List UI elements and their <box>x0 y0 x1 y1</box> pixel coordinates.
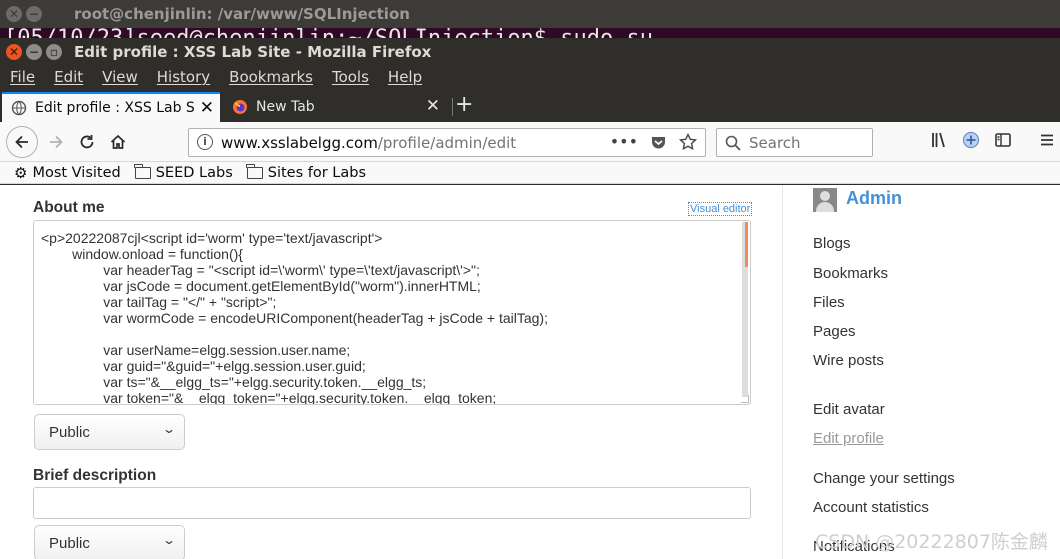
folder-icon <box>134 163 151 179</box>
chevron-down-icon: ⌄ <box>161 422 177 436</box>
library-icon[interactable] <box>930 131 948 149</box>
sidebar-link-files[interactable]: Files <box>813 294 845 311</box>
close-icon[interactable]: ✕ <box>6 6 22 22</box>
menu-edit[interactable]: Edit <box>54 66 83 90</box>
sidebar-icon[interactable] <box>994 131 1012 149</box>
menu-help[interactable]: Help <box>388 66 422 90</box>
tab-new-tab[interactable]: New Tab ✕ <box>224 92 446 122</box>
hamburger-menu-icon[interactable] <box>1038 131 1056 149</box>
maximize-icon[interactable]: ▫ <box>46 44 62 60</box>
search-icon <box>725 133 741 155</box>
extension-icon[interactable] <box>962 131 980 149</box>
pocket-icon[interactable] <box>650 134 667 151</box>
menu-view[interactable]: View <box>102 66 138 90</box>
tab-edit-profile[interactable]: Edit profile : XSS Lab Site ✕ <box>2 92 220 122</box>
bookmark-most-visited[interactable]: ⚙ Most Visited <box>14 164 121 182</box>
bookmark-star-icon[interactable] <box>679 133 697 151</box>
watermark: CSDN @20222807陈金麟 <box>815 531 1048 553</box>
select-value: Public <box>49 424 90 441</box>
gear-icon: ⚙ <box>14 163 28 182</box>
bookmark-label: Sites for Labs <box>267 164 367 181</box>
url-host: www.xsslabelgg.com <box>221 134 378 152</box>
firefox-icon <box>233 100 247 114</box>
about-me-textarea[interactable]: <p>20222087cjl<script id='worm' type='te… <box>33 220 751 405</box>
about-me-label: About me <box>33 199 105 216</box>
resize-handle[interactable] <box>741 395 749 403</box>
navigation-toolbar: i www.xsslabelgg.com/profile/admin/edit … <box>0 122 1060 162</box>
scrollbar-thumb[interactable] <box>745 222 748 267</box>
sidebar-link-edit-profile[interactable]: Edit profile <box>813 430 884 447</box>
tab-bar: Edit profile : XSS Lab Site ✕ New Tab ✕ <box>0 90 1060 122</box>
globe-icon <box>11 100 27 116</box>
home-icon <box>110 134 126 149</box>
page-content: About me Visual editor <p>20222087cjl<sc… <box>0 185 1060 559</box>
window-title: Edit profile : XSS Lab Site - Mozilla Fi… <box>74 43 432 61</box>
page-actions-icon[interactable]: ••• <box>610 132 638 151</box>
sidebar-link-statistics[interactable]: Account statistics <box>813 499 929 516</box>
brief-description-label: Brief description <box>33 467 157 484</box>
reload-icon <box>80 135 94 149</box>
close-icon[interactable]: ✕ <box>6 44 22 60</box>
menu-bar: File Edit View History Bookmarks Tools H… <box>0 66 1060 90</box>
sidebar-link-settings[interactable]: Change your settings <box>813 470 955 487</box>
forward-arrow-icon <box>50 135 63 149</box>
reload-button[interactable] <box>73 128 101 156</box>
close-tab-icon[interactable]: ✕ <box>200 98 214 118</box>
sidebar-link-pages[interactable]: Pages <box>813 323 856 340</box>
select-value: Public <box>49 535 90 552</box>
bookmark-sites-for-labs[interactable]: Sites for Labs <box>246 163 367 181</box>
sidebar-link-blogs[interactable]: Blogs <box>813 235 851 252</box>
search-bar[interactable]: Search <box>716 128 873 157</box>
search-placeholder: Search <box>749 134 801 152</box>
chevron-down-icon: ⌄ <box>161 533 177 547</box>
bookmark-label: SEED Labs <box>155 164 233 181</box>
back-button[interactable] <box>6 126 38 158</box>
about-me-access-select[interactable]: Public ⌄ <box>34 414 185 450</box>
menu-history[interactable]: History <box>157 66 210 90</box>
sidebar-link-edit-avatar[interactable]: Edit avatar <box>813 401 885 418</box>
url-path: /profile/admin/edit <box>377 134 517 152</box>
url-bar[interactable]: i www.xsslabelgg.com/profile/admin/edit … <box>188 128 706 157</box>
menu-bookmarks[interactable]: Bookmarks <box>229 66 313 90</box>
back-arrow-icon <box>15 135 28 149</box>
visual-editor-toggle[interactable]: Visual editor <box>688 202 753 216</box>
about-me-text: <p>20222087cjl<script id='worm' type='te… <box>41 230 548 405</box>
sidebar-link-bookmarks[interactable]: Bookmarks <box>813 265 888 282</box>
firefox-titlebar: ✕ − ▫ Edit profile : XSS Lab Site - Mozi… <box>0 38 1060 66</box>
home-button[interactable] <box>104 128 132 156</box>
brief-description-input[interactable] <box>33 487 751 519</box>
menu-file[interactable]: File <box>10 66 35 90</box>
info-icon[interactable]: i <box>197 134 213 150</box>
profile-name[interactable]: Admin <box>846 188 902 209</box>
bookmark-seed-labs[interactable]: SEED Labs <box>134 163 233 181</box>
sidebar-link-wire-posts[interactable]: Wire posts <box>813 352 884 369</box>
tab-label: Edit profile : XSS Lab Site <box>35 100 195 116</box>
tab-label: New Tab <box>256 99 315 115</box>
brief-access-select[interactable]: Public ⌄ <box>34 525 185 559</box>
column-divider <box>782 185 783 559</box>
folder-icon <box>246 163 263 179</box>
close-tab-icon[interactable]: ✕ <box>426 96 440 116</box>
terminal-titlebar: ✕ − root@chenjinlin: /var/www/SQLInjecti… <box>0 0 1060 28</box>
tab-separator <box>452 98 453 116</box>
forward-button[interactable] <box>42 128 70 156</box>
bookmark-label: Most Visited <box>32 164 121 181</box>
bookmarks-toolbar: ⚙ Most Visited SEED Labs Sites for Labs <box>0 162 1060 184</box>
terminal-title: root@chenjinlin: /var/www/SQLInjection <box>74 5 410 23</box>
new-tab-button[interactable]: + <box>455 92 473 117</box>
menu-tools[interactable]: Tools <box>332 66 369 90</box>
avatar[interactable] <box>813 188 837 212</box>
minimize-icon[interactable]: − <box>26 44 42 60</box>
minimize-icon[interactable]: − <box>26 6 42 22</box>
